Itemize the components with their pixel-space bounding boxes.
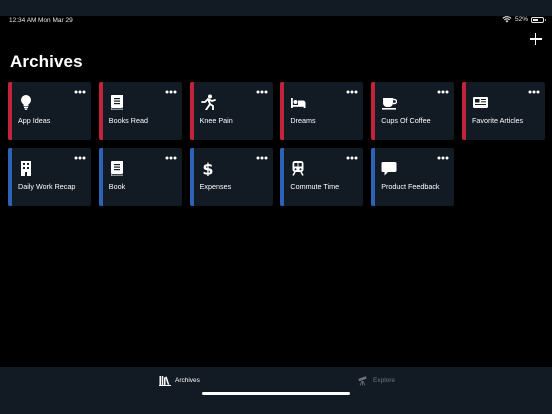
archive-card[interactable]: Books Read — [98, 82, 182, 140]
archive-card-label: Favorite Articles — [472, 116, 524, 125]
archive-card[interactable]: Cups Of Coffee — [371, 82, 455, 140]
wifi-icon — [502, 16, 512, 23]
archive-card-label: Books Read — [108, 116, 148, 125]
card-accent-bar — [98, 82, 103, 140]
building-icon — [21, 160, 31, 176]
archive-card-label: Dreams — [290, 116, 316, 125]
more-options-icon[interactable] — [346, 90, 358, 94]
train-icon — [292, 160, 305, 176]
status-bar: 12:34 AM Mon Mar 29 52% — [0, 0, 552, 28]
card-accent-bar — [371, 147, 376, 206]
battery-icon — [531, 16, 546, 23]
tab-explore-label: Explore — [373, 377, 396, 384]
archive-card[interactable]: $ Expenses — [189, 147, 273, 206]
more-options-icon[interactable] — [165, 156, 177, 160]
archive-card[interactable]: Dreams — [280, 82, 364, 140]
archive-card[interactable]: Daily Work Recap — [8, 147, 91, 206]
card-accent-bar — [462, 82, 466, 140]
battery-fill — [533, 18, 538, 21]
battery-percent: 52% — [514, 16, 528, 23]
archive-card-label: Commute Time — [290, 181, 340, 191]
svg-text:$: $ — [202, 160, 213, 176]
tab-archives-label: Archives — [175, 377, 200, 384]
more-options-icon[interactable] — [437, 90, 449, 94]
archive-card[interactable]: Commute Time — [280, 147, 364, 206]
more-options-icon[interactable] — [256, 90, 268, 94]
card-accent-bar — [280, 147, 285, 206]
more-options-icon[interactable] — [256, 156, 268, 160]
library-icon — [159, 376, 171, 386]
archive-card[interactable]: Product Feedback — [371, 147, 455, 206]
more-options-icon[interactable] — [165, 90, 177, 94]
card-accent-bar — [189, 82, 194, 140]
bed-icon — [291, 98, 306, 108]
book-icon — [110, 95, 123, 110]
card-accent-bar — [371, 82, 376, 140]
card-accent-bar — [8, 147, 12, 206]
archive-card-label: Book — [108, 181, 126, 191]
card-accent-bar — [280, 82, 285, 140]
home-indicator — [202, 392, 350, 395]
more-options-icon[interactable] — [437, 156, 449, 160]
book-icon — [110, 160, 123, 176]
running-icon — [200, 94, 216, 110]
telescope-icon — [358, 376, 367, 386]
archive-card-label: Knee Pain — [199, 116, 233, 125]
archive-card-label: Product Feedback — [381, 181, 440, 191]
more-options-icon[interactable] — [74, 156, 86, 160]
archive-card[interactable]: Favorite Articles — [462, 82, 545, 140]
card-accent-bar — [98, 147, 103, 206]
tab-explore[interactable]: Explore — [357, 375, 395, 386]
archive-card-label: App Ideas — [18, 116, 51, 125]
archive-card[interactable]: App Ideas — [8, 82, 91, 140]
add-archive-button[interactable] — [529, 32, 543, 46]
archive-card[interactable]: Book — [98, 147, 182, 206]
status-indicators: 52% — [502, 16, 546, 23]
page-title: Archives — [10, 52, 83, 71]
archive-card-label: Daily Work Recap — [18, 181, 76, 191]
lightbulb-icon — [21, 95, 31, 110]
card-accent-bar — [8, 82, 12, 140]
archive-card[interactable]: Knee Pain — [189, 82, 273, 140]
speech-bubble-icon — [381, 161, 397, 175]
more-options-icon[interactable] — [74, 90, 86, 94]
newspaper-icon — [473, 97, 488, 108]
tab-bar: Archives Explore — [0, 367, 552, 414]
archive-card-label: Expenses — [199, 181, 232, 191]
coffee-icon — [382, 98, 398, 110]
more-options-icon[interactable] — [528, 90, 540, 94]
more-options-icon[interactable] — [346, 156, 358, 160]
card-accent-bar — [189, 147, 194, 206]
archive-card-label: Cups Of Coffee — [381, 116, 431, 125]
tab-archives[interactable]: Archives — [159, 375, 200, 386]
status-time: 12:34 AM — [9, 17, 37, 24]
status-date: Mon Mar 29 — [38, 17, 73, 24]
dollar-icon: $ — [202, 160, 213, 176]
